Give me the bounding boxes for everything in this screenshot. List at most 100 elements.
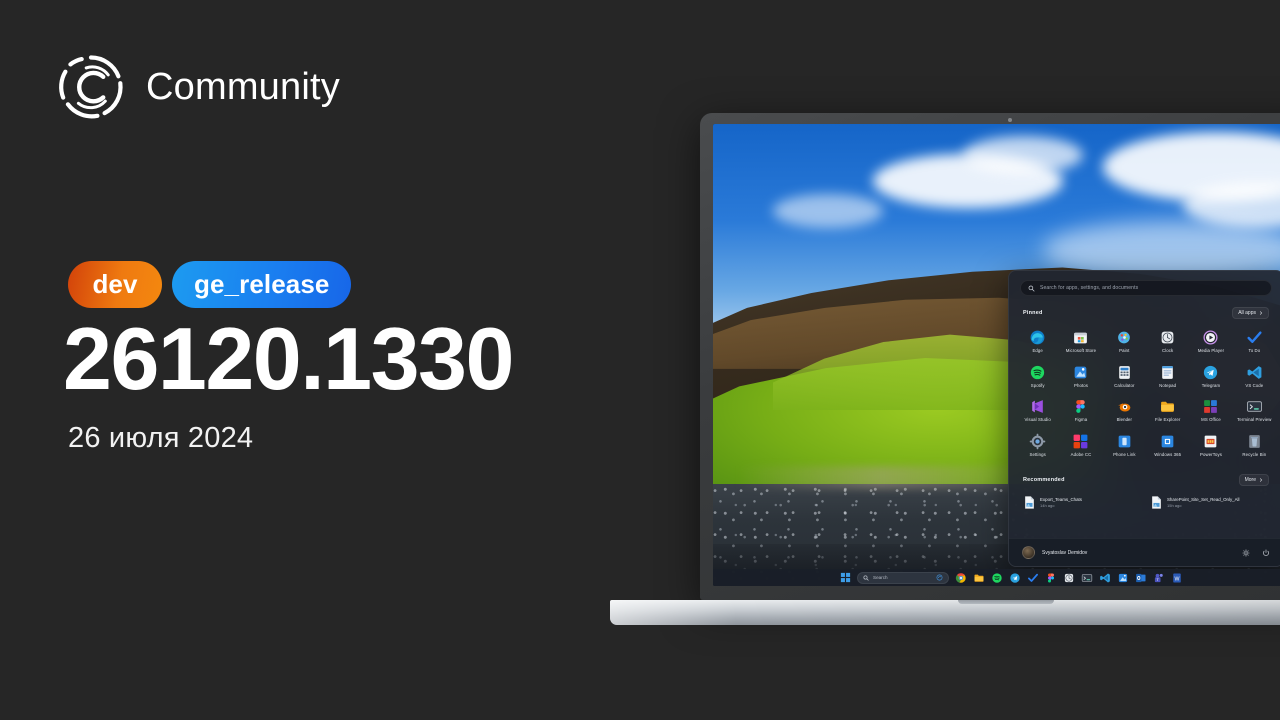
- badge-dev[interactable]: dev: [68, 261, 162, 308]
- app-label: Windows 365: [1154, 452, 1182, 458]
- recommended-header: Recommended More: [1009, 473, 1280, 486]
- app-label: Recycle Bin: [1242, 452, 1267, 458]
- notepad-icon: [1159, 364, 1176, 381]
- app-label: Paint: [1119, 348, 1130, 353]
- pinned-apps-grid: Edge Microsoft Store Paint Clock Media P…: [1009, 319, 1280, 460]
- pinned-app-settings[interactable]: Settings: [1016, 431, 1059, 460]
- outlook-icon[interactable]: [1135, 572, 1147, 584]
- user-name: Svyatoslav Demidov: [1042, 549, 1088, 556]
- recommended-name: Export_Teams_Chats: [1040, 496, 1082, 502]
- pinned-app-adobe-cc[interactable]: Adobe CC: [1059, 431, 1102, 460]
- pinned-app-photos[interactable]: Photos: [1059, 362, 1102, 391]
- windows-start-icon[interactable]: [839, 572, 851, 584]
- teams-icon[interactable]: T: [1153, 572, 1165, 584]
- pinned-app-figma[interactable]: Figma: [1059, 396, 1102, 425]
- recommended-item[interactable]: Export_Teams_Chats 14h ago: [1021, 493, 1144, 512]
- pinned-app-calculator[interactable]: Calculator: [1103, 362, 1146, 391]
- start-search-placeholder: Search for apps, settings, and documents: [1040, 285, 1139, 291]
- gear-icon[interactable]: [1242, 549, 1250, 557]
- app-label: Edge: [1032, 348, 1043, 353]
- recycle-bin-icon: [1246, 433, 1263, 450]
- app-label: Figma: [1074, 417, 1088, 423]
- pinned-app-spotify[interactable]: Spotify: [1016, 362, 1059, 391]
- clock-icon[interactable]: [1063, 572, 1075, 584]
- document-icon: [1025, 496, 1034, 509]
- recommended-item[interactable]: SharePoint_Site_Set_Read_Only_All 15h ag…: [1148, 493, 1271, 512]
- clock-icon: [1159, 329, 1176, 346]
- laptop-screen: Search for apps, settings, and documents…: [713, 124, 1280, 586]
- pinned-app-blender[interactable]: Blender: [1103, 396, 1146, 425]
- spotify-icon: [1029, 364, 1046, 381]
- pinned-app-ms-office[interactable]: MS Office: [1189, 396, 1232, 425]
- figma-icon: [1072, 398, 1089, 415]
- copilot-icon[interactable]: [936, 574, 943, 581]
- pinned-app-phone-link[interactable]: Phone Link: [1103, 431, 1146, 460]
- photos-icon[interactable]: [1117, 572, 1129, 584]
- start-menu[interactable]: Search for apps, settings, and documents…: [1008, 270, 1280, 567]
- ms-office-icon: [1202, 398, 1219, 415]
- pinned-app-edge[interactable]: Edge: [1016, 327, 1059, 356]
- photos-icon: [1072, 364, 1089, 381]
- pinned-app-paint[interactable]: Paint: [1103, 327, 1146, 356]
- more-label: More: [1244, 476, 1256, 483]
- pinned-app-to-do[interactable]: To Do: [1233, 327, 1276, 356]
- pinned-app-notepad[interactable]: Notepad: [1146, 362, 1189, 391]
- app-label: Visual Studio: [1024, 417, 1051, 423]
- chrome-icon[interactable]: [955, 572, 967, 584]
- spotify-icon[interactable]: [991, 572, 1003, 584]
- start-menu-footer: Svyatoslav Demidov: [1009, 538, 1280, 566]
- user-avatar: [1022, 546, 1035, 559]
- taskbar-search-box[interactable]: Search: [857, 571, 949, 584]
- figma-icon[interactable]: [1045, 572, 1057, 584]
- pinned-app-windows-365[interactable]: Windows 365: [1146, 431, 1189, 460]
- more-button[interactable]: More: [1238, 473, 1269, 486]
- pinned-app-recycle-bin[interactable]: Recycle Bin: [1233, 431, 1276, 460]
- recommended-title: Recommended: [1023, 476, 1065, 483]
- microsoft-store-icon: [1072, 329, 1089, 346]
- laptop-device: Search for apps, settings, and documents…: [610, 113, 1280, 625]
- file-explorer-icon: [1159, 398, 1176, 415]
- vs-code-icon[interactable]: [1099, 572, 1111, 584]
- pinned-app-microsoft-store[interactable]: Microsoft Store: [1059, 327, 1102, 356]
- pinned-app-telegram[interactable]: Telegram: [1189, 362, 1232, 391]
- to-do-icon: [1246, 329, 1263, 346]
- document-icon: [1152, 496, 1161, 509]
- adobe-cc-icon: [1072, 433, 1089, 450]
- recommended-time: 15h ago: [1167, 502, 1182, 508]
- telegram-icon[interactable]: [1009, 572, 1021, 584]
- windows-365-icon: [1159, 433, 1176, 450]
- telegram-icon: [1202, 364, 1219, 381]
- app-label: Notepad: [1159, 382, 1177, 388]
- edge-icon: [1029, 329, 1046, 346]
- pinned-app-clock[interactable]: Clock: [1146, 327, 1189, 356]
- search-icon: [863, 575, 869, 581]
- visual-studio-icon: [1029, 398, 1046, 415]
- powertoys-icon: [1202, 433, 1219, 450]
- app-label: Photos: [1074, 382, 1088, 388]
- pinned-app-file-explorer[interactable]: File Explorer: [1146, 396, 1189, 425]
- pinned-app-vs-code[interactable]: VS Code: [1233, 362, 1276, 391]
- pinned-app-terminal-preview[interactable]: Terminal Preview: [1233, 396, 1276, 425]
- pinned-app-visual-studio[interactable]: Visual Studio: [1016, 396, 1059, 425]
- app-label: Telegram: [1201, 382, 1221, 388]
- app-label: Terminal Preview: [1237, 417, 1272, 423]
- app-label: Media Player: [1197, 348, 1225, 353]
- pinned-app-media-player[interactable]: Media Player: [1189, 327, 1232, 356]
- start-search-input[interactable]: Search for apps, settings, and documents: [1020, 280, 1272, 296]
- power-icon[interactable]: [1262, 549, 1270, 557]
- terminal-icon[interactable]: [1081, 572, 1093, 584]
- to-do-icon[interactable]: [1027, 572, 1039, 584]
- app-label: Phone Link: [1113, 452, 1136, 458]
- webcam-dot: [1008, 118, 1012, 122]
- search-icon: [1028, 285, 1035, 291]
- word-icon[interactable]: W: [1171, 572, 1183, 584]
- app-label: Spotify: [1030, 382, 1045, 388]
- taskbar-search-label: Search: [873, 575, 888, 580]
- file-explorer-icon[interactable]: [973, 572, 985, 584]
- pinned-app-powertoys[interactable]: PowerToys: [1189, 431, 1232, 460]
- paint-icon: [1116, 329, 1133, 346]
- all-apps-button[interactable]: All apps: [1232, 307, 1269, 319]
- user-account-button[interactable]: Svyatoslav Demidov: [1022, 546, 1087, 559]
- badge-ge-release[interactable]: ge_release: [172, 261, 352, 308]
- laptop-lid: Search for apps, settings, and documents…: [700, 113, 1280, 600]
